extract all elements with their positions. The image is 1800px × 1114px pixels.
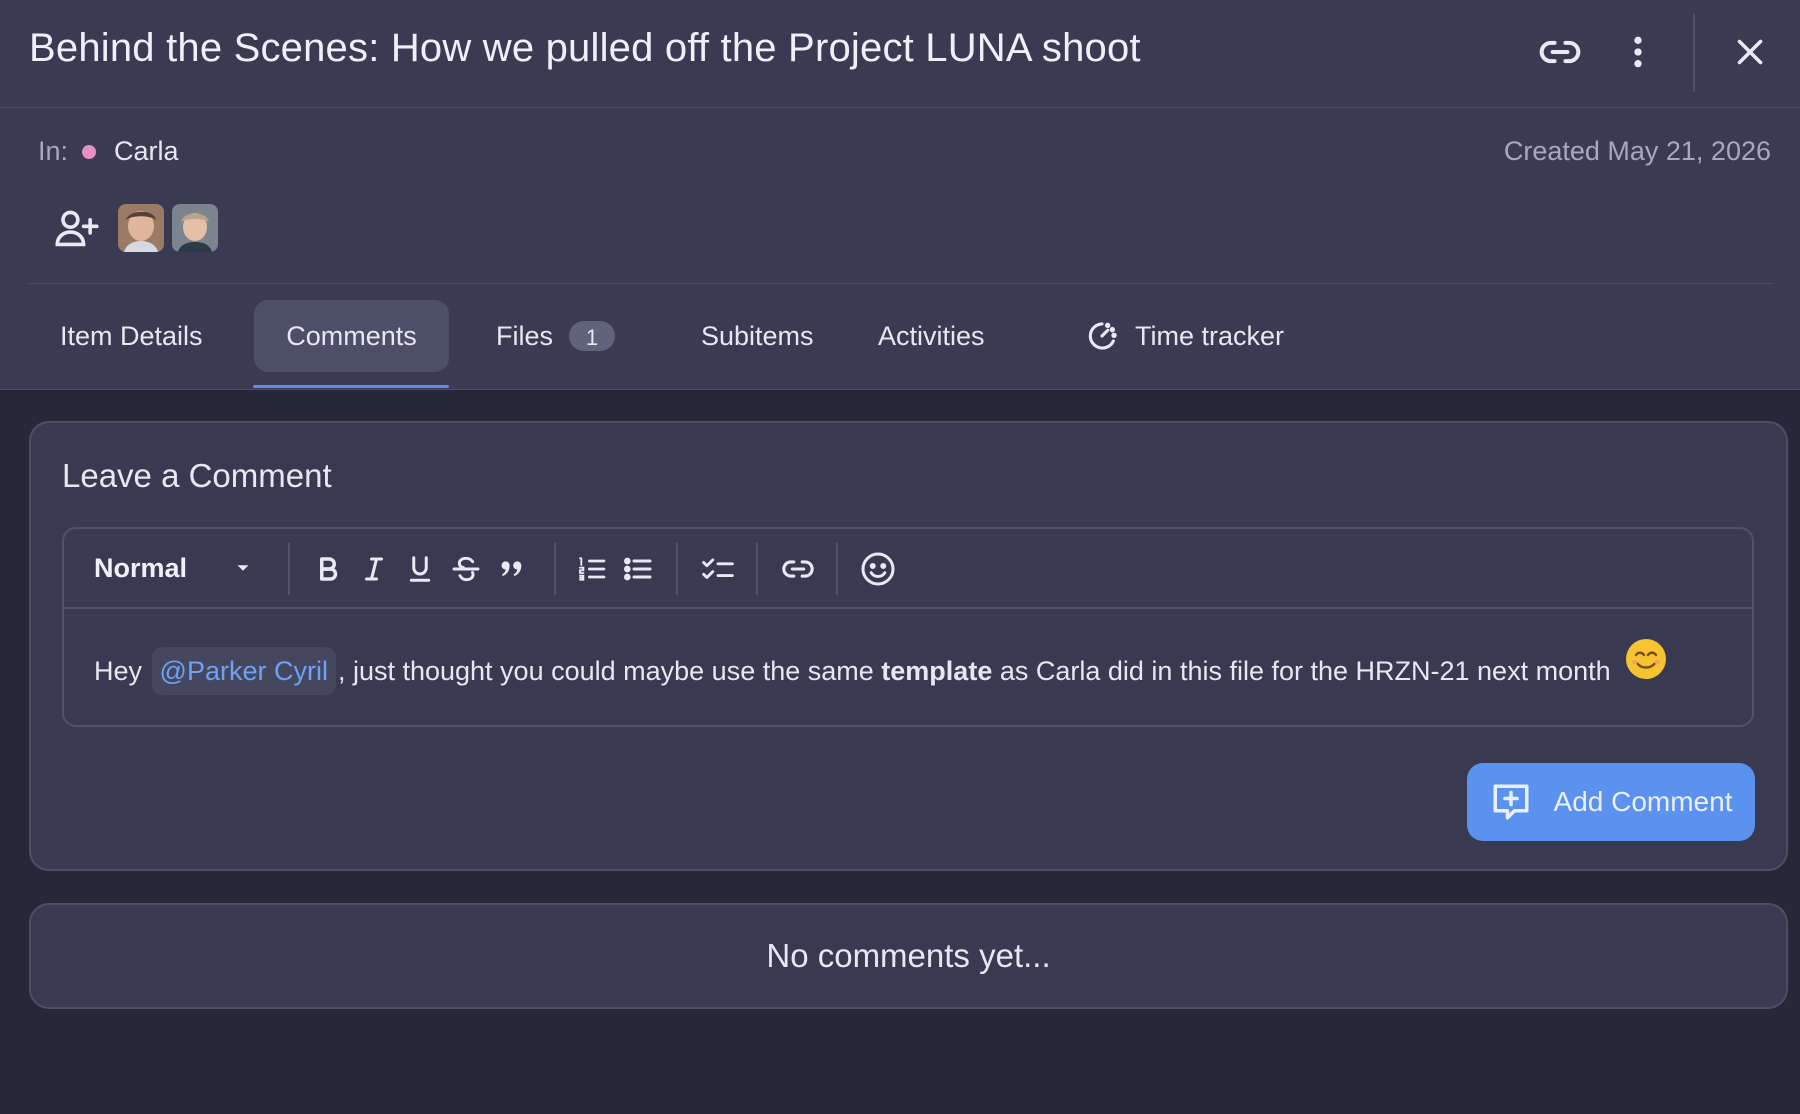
title-bar: Behind the Scenes: How we pulled off the…: [0, 0, 1800, 108]
checklist-button[interactable]: [698, 545, 738, 593]
text-format-select[interactable]: Normal: [84, 541, 264, 595]
toolbar-divider: [288, 543, 290, 595]
created-date: Created May 21, 2026: [1503, 136, 1771, 166]
comment-text-suffix: as Carla did in this file for the HRZN-2…: [999, 656, 1611, 686]
time-tracker-icon: [1088, 322, 1117, 350]
toolbar-divider: [836, 543, 838, 595]
tab-files[interactable]: Files 1: [464, 300, 647, 372]
chevron-down-icon: [237, 565, 249, 571]
active-tab-indicator: [253, 385, 449, 388]
tab-label: Item Details: [60, 320, 203, 351]
bold-button[interactable]: [308, 545, 348, 593]
add-comment-button[interactable]: Add Comment: [1467, 763, 1755, 841]
editor-toolbar: Normal: [64, 529, 1752, 609]
toolbar-divider: [554, 543, 556, 595]
strikethrough-button[interactable]: [446, 545, 486, 593]
tab-time-tracker[interactable]: Time tracker: [1053, 300, 1316, 372]
emoji-icon: [861, 552, 895, 586]
comment-text-middle: , just thought you could maybe use the s…: [337, 656, 874, 686]
strikethrough-icon: [452, 556, 480, 582]
underline-icon: [409, 556, 431, 582]
add-user-button[interactable]: [52, 204, 102, 252]
close-button[interactable]: [1726, 28, 1774, 76]
tab-comments[interactable]: Comments: [254, 300, 449, 372]
ordered-list-icon: [579, 557, 606, 581]
bullet-list-icon: [623, 557, 652, 581]
comment-form-title: Leave a Comment: [62, 457, 332, 494]
item-header-panel: Behind the Scenes: How we pulled off the…: [0, 0, 1800, 390]
emoji-picker-button[interactable]: [858, 545, 898, 593]
toolbar-divider: [676, 543, 678, 595]
tab-label: Subitems: [701, 320, 814, 351]
workspace-color-dot: [82, 144, 97, 159]
comment-text-area[interactable]: Hey @Parker Cyril, just thought you coul…: [94, 639, 1667, 695]
ordered-list-button[interactable]: [572, 545, 612, 593]
comment-text-prefix: Hey: [94, 656, 143, 686]
avatar-2-image: [172, 204, 218, 252]
bold-icon: [320, 557, 338, 581]
tab-label: Time tracker: [1135, 320, 1285, 351]
checklist-icon: [702, 558, 734, 579]
comment-text-bold: template: [881, 656, 993, 686]
assignees: [52, 204, 226, 252]
empty-comments-text: No comments yet...: [766, 937, 1051, 974]
bullet-list-button[interactable]: [618, 545, 658, 593]
smiling-face-emoji: [1626, 639, 1667, 679]
close-icon: [1737, 39, 1763, 65]
comment-form-card: Leave a Comment Normal Hey @Parker Cyril…: [29, 421, 1788, 871]
avatar[interactable]: [172, 204, 218, 252]
avatar[interactable]: [118, 204, 164, 252]
workspace-row: In: Carla: [38, 136, 179, 167]
add-user-icon: [55, 210, 99, 247]
quote-icon: [501, 561, 522, 576]
underline-button[interactable]: [400, 545, 440, 593]
tab-activities[interactable]: Activities: [846, 300, 1017, 372]
tab-label: Comments: [286, 320, 417, 351]
tab-subitems[interactable]: Subitems: [669, 300, 846, 372]
add-comment-label: Add Comment: [1553, 786, 1733, 817]
link-icon: [782, 560, 814, 578]
tab-label: Activities: [878, 320, 985, 351]
more-options-button[interactable]: [1614, 28, 1662, 76]
quote-button[interactable]: [492, 545, 532, 593]
copy-link-button[interactable]: [1536, 28, 1584, 76]
workspace-name[interactable]: Carla: [114, 136, 179, 166]
header-divider: [1693, 14, 1695, 92]
tab-item-details[interactable]: Item Details: [28, 300, 235, 372]
in-label: In:: [38, 136, 69, 166]
tab-label: Files: [496, 320, 554, 351]
comments-list: No comments yet...: [29, 903, 1788, 1009]
insert-link-button[interactable]: [778, 545, 818, 593]
text-format-value: Normal: [94, 552, 188, 583]
more-vertical-icon: [1634, 36, 1642, 68]
files-count-badge: 1: [569, 321, 616, 351]
avatar-1-image: [118, 204, 164, 252]
section-divider: [29, 283, 1773, 284]
italic-button[interactable]: [354, 545, 394, 593]
page-title: Behind the Scenes: How we pulled off the…: [29, 26, 1141, 70]
toolbar-divider: [756, 543, 758, 595]
link-icon: [1539, 40, 1581, 64]
add-comment-icon: [1493, 784, 1529, 820]
italic-icon: [365, 557, 383, 581]
user-mention[interactable]: @Parker Cyril: [151, 647, 336, 695]
comment-editor: Normal Hey @Parker Cyril , just thought …: [62, 527, 1754, 727]
